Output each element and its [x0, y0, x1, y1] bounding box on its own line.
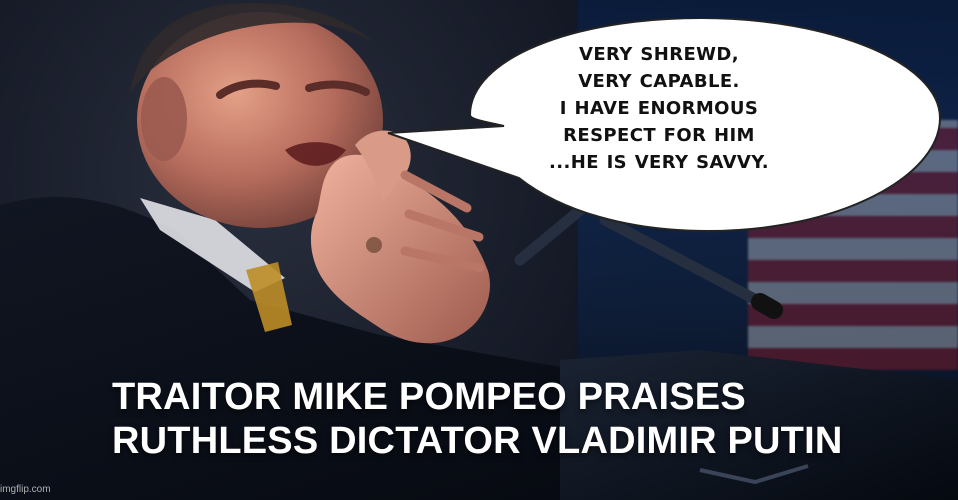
ring-shape: [366, 237, 382, 253]
caption-line-1: TRAITOR MIKE POMPEO PRAISES: [112, 376, 746, 418]
quote-line-5: ...HE IS VERY SAVVY.: [549, 152, 769, 173]
quote-line-4: RESPECT FOR HIM: [563, 125, 755, 146]
caption-line-2: RUTHLESS DICTATOR VLADIMIR PUTIN: [112, 420, 843, 462]
microphone-right: [751, 293, 783, 319]
watermark-text: imgflip.com: [0, 484, 51, 495]
quote-line-3: I HAVE ENORMOUS: [559, 98, 759, 119]
ear-shape: [141, 77, 187, 161]
meme-image: VERY SHREWD, VERY CAPABLE. I HAVE ENORMO…: [0, 0, 958, 500]
quote-line-2: VERY CAPABLE.: [578, 71, 740, 92]
quote-line-1: VERY SHREWD,: [578, 44, 740, 65]
caption-text: TRAITOR MIKE POMPEO PRAISES RUTHLESS DIC…: [112, 375, 872, 485]
speech-bubble-text: VERY SHREWD, VERY CAPABLE. I HAVE ENORMO…: [474, 41, 844, 221]
